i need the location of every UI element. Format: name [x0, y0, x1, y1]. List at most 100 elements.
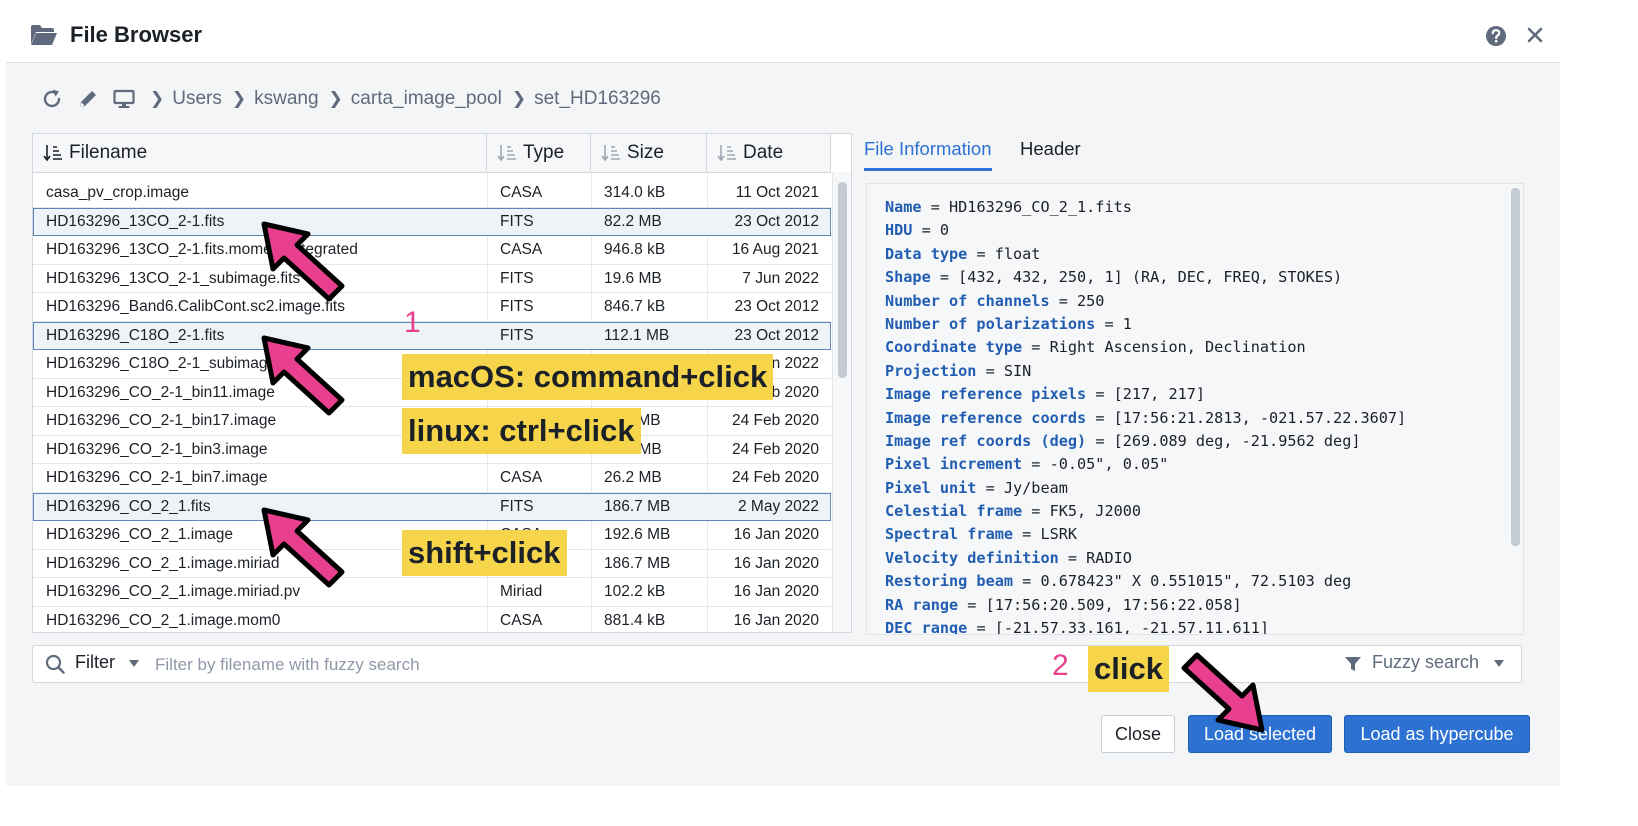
table-row[interactable]: HD163296_C18O_2-1.fits FITS 112.1 MB 23 Oct…	[33, 321, 831, 350]
column-header-filename[interactable]: Filename	[33, 134, 487, 172]
filter-input[interactable]	[153, 650, 1037, 680]
date-cell: 24 Feb 2020	[731, 412, 819, 429]
chevron-right-icon: ❯	[150, 89, 165, 108]
table-row[interactable]: HD163296_Band6.CalibCont.sc2.image.fits F…	[33, 293, 831, 322]
computer-icon[interactable]	[112, 87, 136, 111]
info-key: Image reference coords	[885, 408, 1087, 427]
size-header-label: Size	[627, 142, 664, 163]
info-line: Data type = float	[885, 243, 1406, 266]
column-header-type[interactable]: Type	[487, 134, 591, 172]
size-cell: 846.7 kB	[604, 298, 666, 315]
date-cell: 16 Jan 2020	[733, 554, 819, 572]
info-value: = [432, 432, 250, 1] (RA, DEC, FREQ, STO…	[930, 268, 1343, 287]
search-mode-select[interactable]: Fuzzy search	[1372, 652, 1479, 673]
refresh-icon[interactable]	[40, 87, 64, 111]
info-line: Image reference coords = [17:56:21.2813,…	[885, 407, 1406, 430]
info-key: Number of polarizations	[885, 314, 1096, 333]
column-header-date[interactable]: Date	[707, 134, 831, 172]
size-cell: 112.1 MB	[604, 326, 670, 344]
load-as-hypercube-button[interactable]: Load as hypercube	[1344, 715, 1530, 753]
filter-funnel-icon	[1345, 657, 1361, 671]
sort-icon[interactable]	[601, 144, 621, 162]
callout-macos: macOS: command+click	[402, 354, 774, 400]
annotation-arrow-icon	[1181, 652, 1265, 733]
date-cell: 24 Feb 2020	[731, 440, 819, 458]
info-value: = FK5, J2000	[1022, 502, 1142, 521]
info-line: Projection = SIN	[885, 360, 1406, 383]
date-cell: 11 Oct 2021	[735, 184, 819, 201]
date-cell: 23 Oct 2012	[734, 212, 819, 230]
info-line: Velocity definition = RADIO	[885, 547, 1406, 570]
info-line: Name = HD163296_CO_2_1.fits	[885, 196, 1406, 219]
table-scrollbar-thumb[interactable]	[838, 182, 847, 378]
close-icon[interactable]	[1524, 24, 1546, 46]
type-cell: FITS	[500, 212, 534, 230]
info-key: Restoring beam	[885, 572, 1014, 591]
info-value: = 250	[1049, 291, 1105, 310]
type-cell: FITS	[500, 497, 534, 515]
info-value: = 0.678423" X 0.551015", 72.5103 deg	[1013, 572, 1352, 591]
info-value: = 1	[1095, 314, 1132, 333]
info-value: = Right Ascension, Declination	[1022, 338, 1306, 357]
sort-icon[interactable]	[497, 144, 517, 162]
info-value: = -0.05", 0.05"	[1022, 455, 1169, 474]
tab-header[interactable]: Header	[1020, 138, 1081, 168]
filter-type-select[interactable]: Filter	[75, 652, 115, 673]
sort-icon[interactable]	[717, 144, 737, 162]
search-icon	[45, 654, 65, 674]
info-value: = [17:56:21.2813, -021.57.22.3607]	[1086, 408, 1407, 427]
table-row[interactable]: HD163296_CO_2-1_bin7.image CASA 26.2 MB 24 …	[33, 464, 831, 493]
info-scrollbar-thumb[interactable]	[1511, 188, 1520, 546]
date-cell: 7 Jun 2022	[742, 269, 819, 287]
info-value: = RADIO	[1058, 548, 1132, 567]
info-line: Pixel increment = -0.05", 0.05"	[885, 453, 1406, 476]
info-key: Data type	[885, 244, 968, 263]
info-key: Spectral frame	[885, 525, 1014, 544]
table-row[interactable]: HD163296_13CO_2-1.fits FITS 82.2 MB 23 Oct …	[33, 207, 831, 236]
date-header-label: Date	[743, 142, 784, 163]
column-header-size[interactable]: Size	[591, 134, 707, 172]
info-line: HDU = 0	[885, 219, 1406, 242]
info-key: Shape	[885, 268, 931, 287]
table-row[interactable]: HD163296_CO_2_1.image.miriad.pv Miriad 102…	[33, 578, 831, 607]
breadcrumb-item-set-hd163296[interactable]: set_HD163296	[534, 88, 661, 110]
size-cell: 192.6 MB	[604, 526, 671, 543]
info-key: Celestial frame	[885, 502, 1023, 521]
info-line: Spectral frame = LSRK	[885, 523, 1406, 546]
breadcrumb-item-users[interactable]: Users	[172, 88, 222, 110]
date-cell: 2 May 2022	[738, 497, 819, 515]
filter-bar: Filter Fuzzy search	[32, 645, 1522, 683]
size-cell: 314.0 kB	[604, 184, 666, 201]
table-row[interactable]: HD163296_CO_2_1.image.mom0 CASA 881.4 kB 16…	[33, 607, 831, 633]
caret-down-icon[interactable]	[129, 660, 139, 668]
info-value: = 0	[912, 221, 950, 240]
filename-header-label: Filename	[69, 142, 148, 163]
info-key: Velocity definition	[885, 548, 1059, 567]
date-cell: 24 Feb 2020	[731, 469, 819, 486]
help-icon[interactable]	[1485, 25, 1507, 47]
breadcrumb-item-kswang[interactable]: kswang	[254, 88, 318, 110]
close-button[interactable]: Close	[1101, 715, 1175, 753]
annotation-arrow-icon	[261, 221, 345, 302]
date-cell: 16 Jan 2020	[733, 611, 819, 629]
table-row[interactable]: HD163296_13CO_2-1.fits.moment.integrated…	[33, 236, 831, 265]
table-row[interactable]: HD163296_CO_2_1.fits FITS 186.7 MB 2 May 20…	[33, 492, 831, 521]
type-cell: CASA	[500, 241, 543, 258]
dialog-title: File Browser	[70, 22, 203, 47]
table-row[interactable]: casa_pv_crop.image CASA 314.0 kB 11 Oct 202…	[33, 179, 831, 208]
table-row[interactable]: HD163296_13CO_2-1_subimage.fits FITS 19.6 …	[33, 265, 831, 293]
filename-cell: casa_pv_crop.image	[46, 184, 190, 201]
caret-down-icon[interactable]	[1494, 660, 1504, 668]
sort-descending-icon[interactable]	[43, 144, 63, 162]
edit-path-icon[interactable]	[76, 87, 100, 111]
breadcrumb-item-carta-image-pool[interactable]: carta_image_pool	[351, 88, 502, 110]
info-line: Image ref coords (deg) = [269.089 deg, -…	[885, 430, 1406, 453]
tab-file-information[interactable]: File Information	[864, 138, 992, 171]
type-header-label: Type	[523, 142, 565, 163]
date-cell: 23 Oct 2012	[734, 298, 819, 315]
callout-linux: linux: ctrl+click	[402, 408, 641, 454]
file-information-list: Name = HD163296_CO_2_1.fits HDU = 0 Data t…	[885, 196, 1406, 634]
callout-click: click	[1088, 646, 1169, 692]
annotation-arrow-icon	[261, 335, 345, 416]
size-cell: 82.2 MB	[604, 212, 662, 230]
